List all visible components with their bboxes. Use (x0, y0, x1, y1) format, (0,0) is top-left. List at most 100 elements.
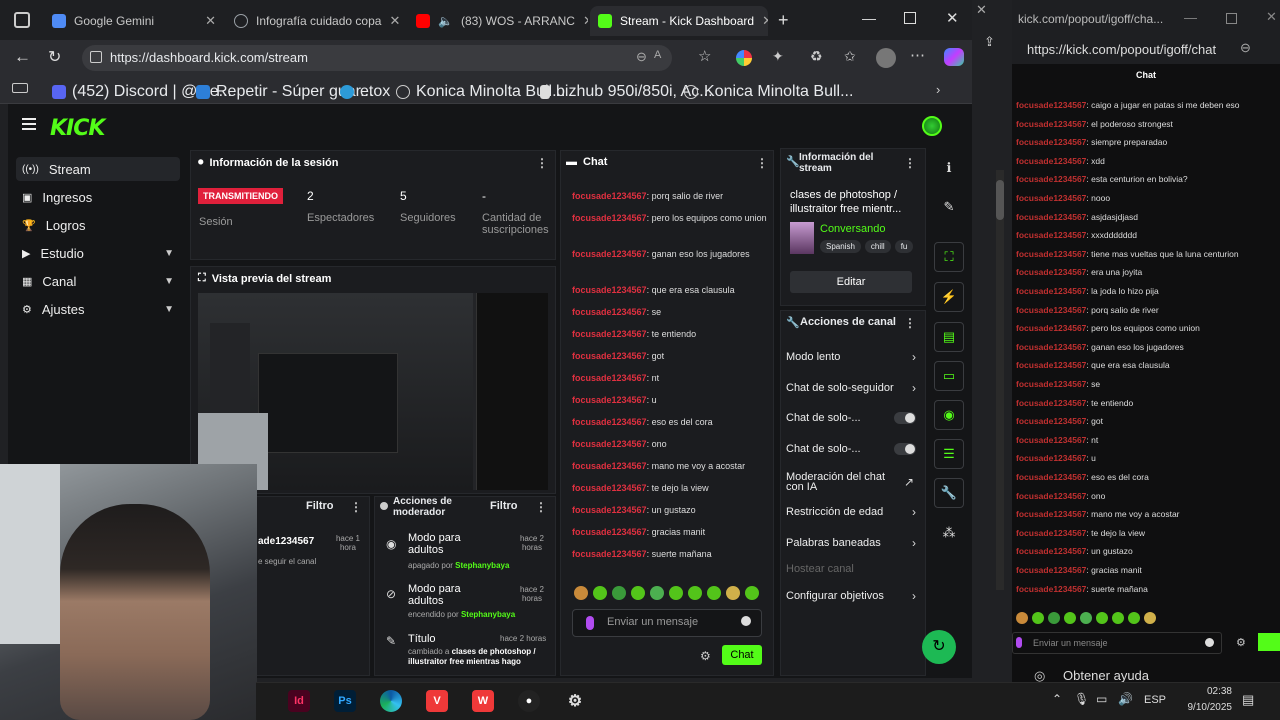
edit-button[interactable]: Editar (790, 271, 912, 293)
chat-username[interactable]: focusade1234567 (572, 417, 647, 427)
clock-time[interactable]: 02:38 (1176, 686, 1232, 697)
tab-infografia[interactable]: Infografía cuidado copa ✕ (226, 6, 406, 36)
chat-username[interactable]: focusade1234567 (1016, 286, 1086, 296)
channel-action-item[interactable]: Chat de solo-... (786, 412, 916, 424)
minimize-button[interactable]: — (862, 10, 876, 26)
nav-logros[interactable]: 🏆 Logros (16, 213, 180, 237)
site-info-icon[interactable] (90, 51, 102, 63)
activity-filter-button[interactable]: Filtro (306, 500, 334, 512)
emote-icon[interactable] (1144, 612, 1156, 624)
chat-username[interactable]: focusade1234567 (1016, 249, 1086, 259)
tab-google-gemini[interactable]: Google Gemini ✕ (44, 6, 224, 36)
chat-username[interactable]: focusade1234567 (1016, 193, 1086, 203)
emote-icon[interactable] (707, 586, 721, 600)
chat-username[interactable]: focusade1234567 (1016, 305, 1086, 315)
popout-chat-input[interactable]: Enviar un mensaje (1012, 632, 1222, 654)
emote-icon[interactable] (593, 586, 607, 600)
emote-icon[interactable] (1128, 612, 1140, 624)
chat-username[interactable]: focusade1234567 (1016, 342, 1086, 352)
address-field[interactable]: https://dashboard.kick.com/stream ⊖ A (82, 45, 672, 71)
document-icon[interactable]: ▤ (934, 322, 964, 352)
scrollbar[interactable] (996, 170, 1004, 590)
chat-username[interactable]: focusade1234567 (572, 213, 647, 223)
close-icon[interactable]: ✕ (205, 13, 216, 29)
chat-username[interactable]: focusade1234567 (1016, 491, 1086, 501)
tab-youtube[interactable]: 🔈 (83) WOS - ARRANC ✕ (408, 6, 588, 36)
channel-action-item[interactable]: Modo lento › (786, 350, 916, 364)
chat-username[interactable]: focusade1234567 (572, 527, 647, 537)
emote-icon[interactable] (688, 586, 702, 600)
channel-action-item[interactable]: Chat de solo-... (786, 443, 916, 455)
chat-username[interactable]: focusade1234567 (1016, 453, 1086, 463)
chat-username[interactable]: focusade1234567 (1016, 472, 1086, 482)
photoshop-icon[interactable]: Ps (334, 690, 356, 712)
chat-username[interactable]: focusade1234567 (1016, 100, 1086, 110)
notification-icon[interactable]: ▤ (1242, 692, 1254, 708)
chat-username[interactable]: focusade1234567 (572, 505, 647, 515)
channel-action-item[interactable]: Chat de solo-seguidor › (786, 381, 916, 395)
copilot-icon[interactable] (944, 48, 964, 66)
nav-ajustes[interactable]: ⚙ Ajustes ▼ (16, 297, 180, 321)
session-menu-icon[interactable]: ⋮ (536, 156, 548, 170)
chat-username[interactable]: focusade1234567 (1016, 174, 1086, 184)
close-icon[interactable]: ✕ (389, 13, 400, 29)
chat-username[interactable]: focusade1234567 (572, 483, 647, 493)
favorite-star-icon[interactable]: ☆ (698, 47, 711, 65)
chat-username[interactable]: focusade1234567 (1016, 137, 1086, 147)
info-icon[interactable]: ℹ (934, 153, 964, 183)
chat-username[interactable]: focusade1234567 (1016, 360, 1086, 370)
mod-menu-icon[interactable]: ⋮ (535, 500, 547, 514)
popout-url[interactable]: https://kick.com/popout/igoff/chat (1027, 42, 1216, 57)
zoom-icon[interactable]: ⊖ (1240, 40, 1251, 56)
reload-icon[interactable]: ↻ (48, 47, 61, 67)
read-aloud-icon[interactable]: A (654, 49, 661, 61)
chat-menu-icon[interactable]: ⋮ (756, 156, 768, 170)
stream-info-menu-icon[interactable]: ⋮ (904, 156, 916, 170)
share-window-icon[interactable]: ⇪ (984, 34, 995, 50)
settings-gear-icon[interactable]: ⚙ (564, 690, 586, 712)
chat-username[interactable]: focusade1234567 (1016, 156, 1086, 166)
puzzle-icon[interactable]: ✦ (772, 48, 784, 65)
layout-icon[interactable]: ☰ (934, 439, 964, 469)
tab-kick-dashboard[interactable]: Stream - Kick Dashboard ✕ (590, 6, 768, 36)
bookmark-etox[interactable]: etox (340, 83, 390, 101)
chat-username[interactable]: focusade1234567 (572, 373, 647, 383)
minimize-button[interactable]: — (1184, 10, 1197, 25)
sidebar-toggle-icon[interactable] (12, 83, 28, 93)
vivaldi-icon[interactable]: V (426, 690, 448, 712)
tray-chevron-icon[interactable]: ⌃ (1052, 692, 1062, 706)
chat-username[interactable]: focusade1234567 (1016, 584, 1086, 594)
chat-settings-gear-icon[interactable]: ⚙ (700, 649, 711, 663)
channel-action-item[interactable]: Palabras baneadas › (786, 536, 916, 550)
nav-canal[interactable]: ▦ Canal ▼ (16, 269, 180, 293)
chat-username[interactable]: focusade1234567 (572, 351, 647, 361)
favorites-icon[interactable]: ✩ (844, 48, 856, 65)
emote-icon[interactable] (726, 586, 740, 600)
zoom-icon[interactable]: ⊖ (636, 49, 647, 65)
close-window-button[interactable]: ✕ (1266, 9, 1277, 25)
emote-icon[interactable] (669, 586, 683, 600)
close-icon[interactable]: ✕ (583, 13, 588, 29)
chat-username[interactable]: focusade1234567 (1016, 565, 1086, 575)
bookmark-konica-2[interactable]: Konica Minolta Bull... (684, 83, 853, 101)
share-icon[interactable]: ⁂ (934, 518, 964, 548)
emote-icon[interactable] (612, 586, 626, 600)
channel-action-item[interactable]: Moderación del chat con IA ↗ (786, 472, 914, 493)
chat-username[interactable]: focusade1234567 (572, 439, 647, 449)
emote-icon[interactable] (1112, 612, 1124, 624)
tools-icon[interactable]: 🔧 (934, 478, 964, 508)
channel-action-item[interactable]: Configurar objetivos › (786, 589, 916, 603)
emote-icon[interactable] (1096, 612, 1108, 624)
bolt-icon[interactable]: ⚡ (934, 282, 964, 312)
chat-username[interactable]: focusade1234567 (572, 549, 647, 559)
emote-icon[interactable] (1064, 612, 1076, 624)
emote-icon[interactable] (745, 586, 759, 600)
chat-username[interactable]: focusade1234567 (572, 285, 647, 295)
chat-username[interactable]: focusade1234567 (1016, 267, 1086, 277)
edge-icon[interactable] (380, 690, 402, 712)
chat-username[interactable]: focusade1234567 (1016, 230, 1086, 240)
refresh-fab[interactable]: ↻ (922, 630, 956, 664)
activity-menu-icon[interactable]: ⋮ (350, 500, 362, 514)
broadcast-icon[interactable]: ◉ (934, 400, 964, 430)
emote-icon[interactable] (650, 586, 664, 600)
